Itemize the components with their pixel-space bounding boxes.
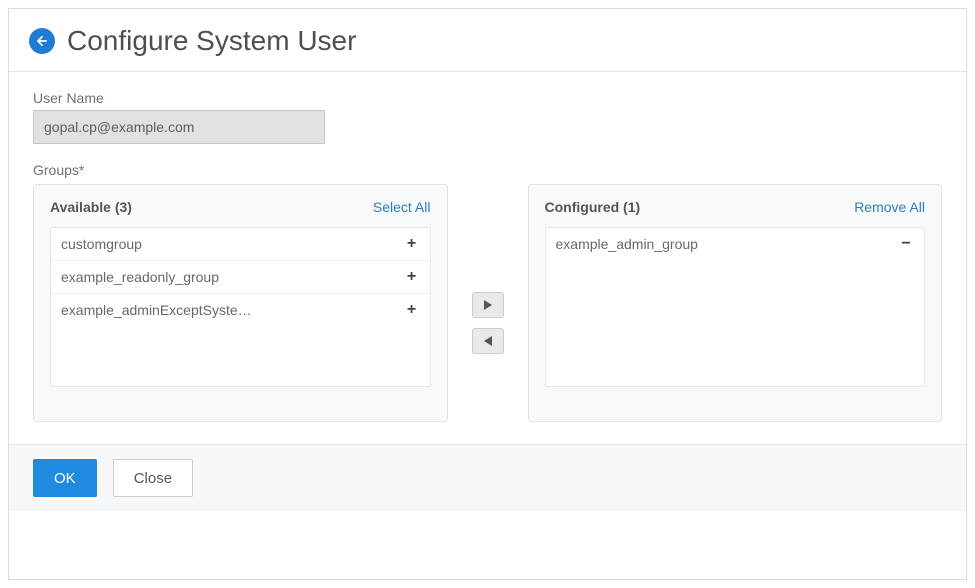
- arrow-left-icon: [35, 34, 49, 48]
- move-left-button[interactable]: [472, 328, 504, 354]
- remove-all-link[interactable]: Remove All: [854, 199, 925, 215]
- caret-right-icon: [484, 300, 492, 310]
- select-all-link[interactable]: Select All: [373, 199, 431, 215]
- page-container: Configure System User User Name Groups* …: [8, 8, 967, 580]
- form-panel: User Name Groups* Available (3) Select A…: [9, 71, 966, 511]
- configured-list: example_admin_group −: [545, 227, 926, 387]
- list-item[interactable]: example_adminExceptSyste… +: [51, 294, 430, 326]
- username-field: [33, 110, 325, 144]
- move-right-button[interactable]: [472, 292, 504, 318]
- available-title: Available (3): [50, 199, 132, 215]
- available-panel: Available (3) Select All customgroup + e…: [33, 184, 448, 422]
- plus-icon: +: [404, 301, 420, 319]
- dual-list: Available (3) Select All customgroup + e…: [33, 184, 942, 422]
- list-item[interactable]: customgroup +: [51, 228, 430, 261]
- list-item-label: customgroup: [61, 236, 142, 252]
- groups-label: Groups*: [33, 162, 942, 178]
- configured-header: Configured (1) Remove All: [545, 199, 926, 215]
- list-item-label: example_adminExceptSyste…: [61, 302, 252, 318]
- caret-left-icon: [484, 336, 492, 346]
- plus-icon: +: [404, 235, 420, 253]
- back-button[interactable]: [29, 28, 55, 54]
- list-item-label: example_readonly_group: [61, 269, 219, 285]
- list-item[interactable]: example_readonly_group +: [51, 261, 430, 294]
- configured-panel: Configured (1) Remove All example_admin_…: [528, 184, 943, 422]
- close-button[interactable]: Close: [113, 459, 193, 497]
- ok-button[interactable]: OK: [33, 459, 97, 497]
- configured-title: Configured (1): [545, 199, 641, 215]
- plus-icon: +: [404, 268, 420, 286]
- transfer-controls: [448, 184, 528, 422]
- available-header: Available (3) Select All: [50, 199, 431, 215]
- minus-icon: −: [898, 235, 914, 253]
- page-title: Configure System User: [67, 25, 356, 57]
- page-header: Configure System User: [9, 9, 966, 71]
- dialog-footer: OK Close: [9, 444, 966, 511]
- list-item[interactable]: example_admin_group −: [546, 228, 925, 260]
- list-item-label: example_admin_group: [556, 236, 698, 252]
- available-list: customgroup + example_readonly_group + e…: [50, 227, 431, 387]
- username-label: User Name: [33, 90, 942, 106]
